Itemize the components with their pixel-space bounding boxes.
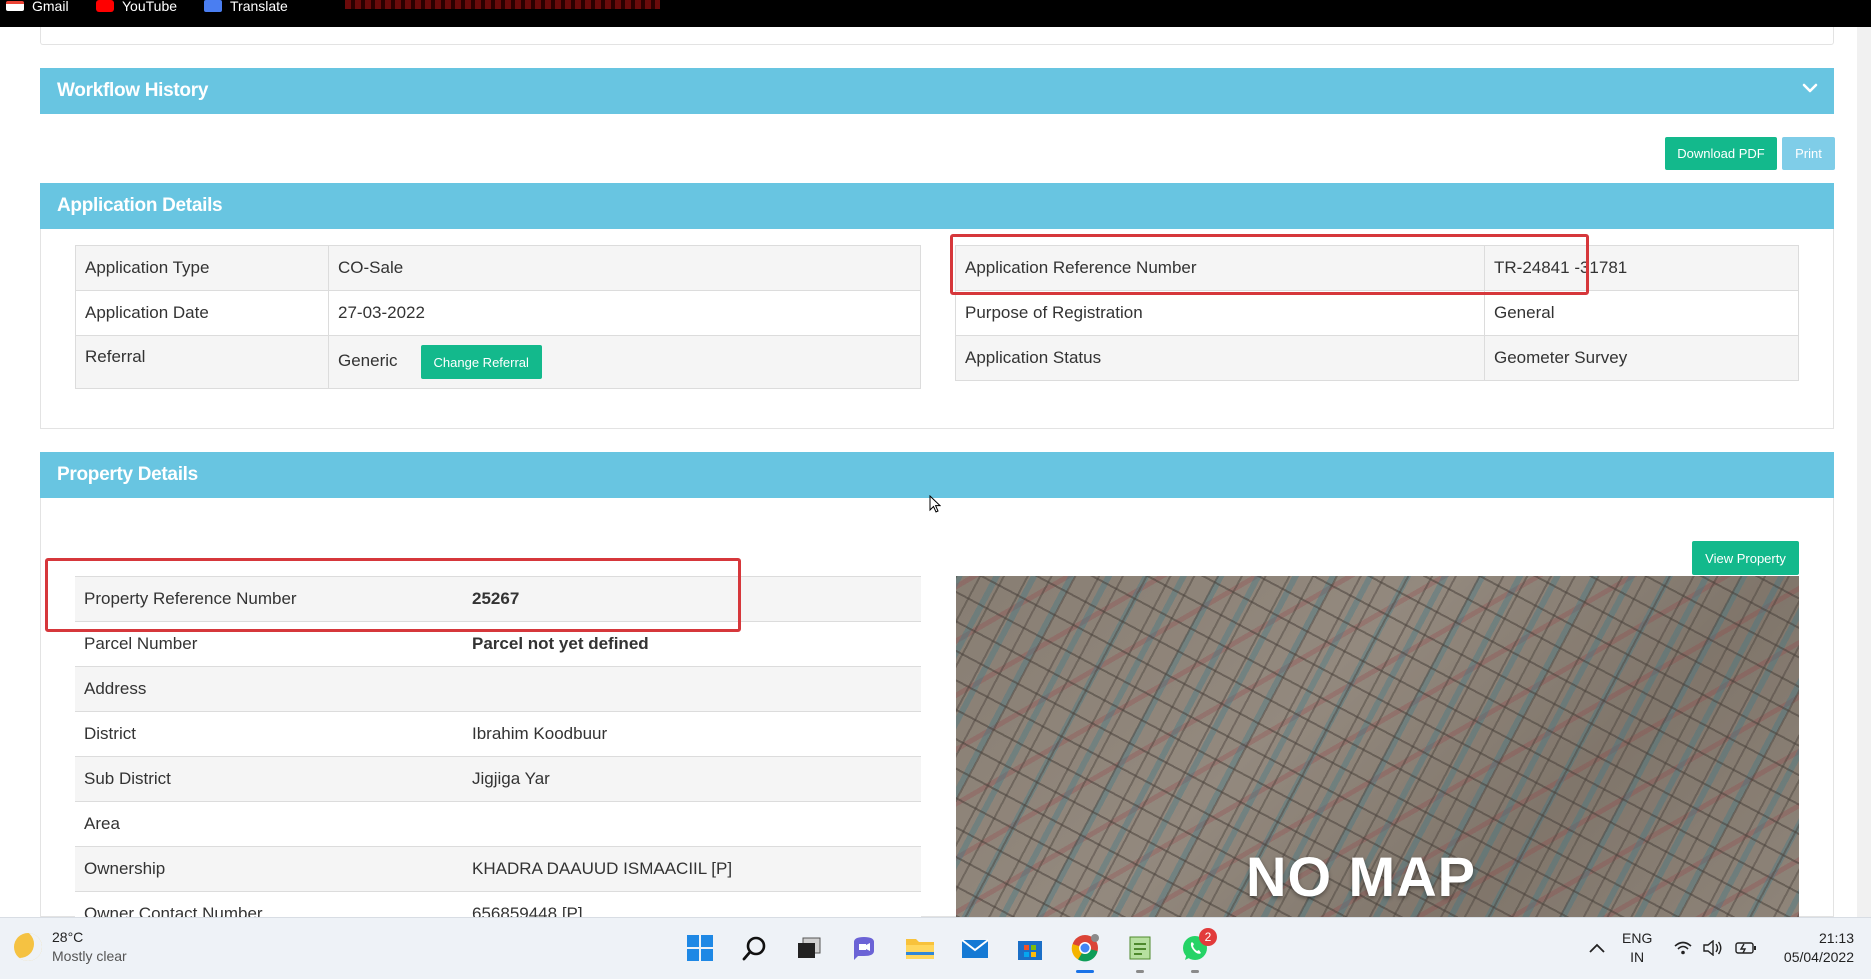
weather-condition: Mostly clear xyxy=(52,948,127,964)
row-label: Owner Contact Number xyxy=(75,891,463,917)
clock-time: 21:13 xyxy=(1818,930,1854,946)
bookmark-label: Translate xyxy=(230,0,288,14)
page-scrollbar[interactable] xyxy=(1857,27,1871,917)
windows-start-icon[interactable] xyxy=(685,933,715,963)
print-button[interactable]: Print xyxy=(1782,137,1835,170)
workflow-history-title: Workflow History xyxy=(57,80,209,101)
bookmark-gmail[interactable]: Gmail xyxy=(6,0,69,14)
referral-value: Generic xyxy=(338,351,398,371)
previous-card-bottom xyxy=(40,27,1834,45)
gmail-icon xyxy=(6,1,24,11)
open-app-indicator xyxy=(1136,970,1144,973)
row-value xyxy=(463,666,921,712)
row-value xyxy=(463,801,921,847)
wifi-icon[interactable] xyxy=(1673,933,1693,963)
table-row: Purpose of Registration General xyxy=(955,290,1799,336)
workflow-history-header[interactable]: Workflow History xyxy=(40,68,1834,114)
clock-date: 05/04/2022 xyxy=(1783,949,1854,965)
row-label: Sub District xyxy=(75,756,463,802)
bookmarks-bar: Gmail YouTube Translate xyxy=(0,0,1871,27)
row-value: KHADRA DAAUUD ISMAACIIL [P] xyxy=(463,846,921,892)
teams-chat-icon[interactable] xyxy=(849,933,879,963)
table-row: Sub District Jigjiga Yar xyxy=(75,756,921,802)
row-value: 656859448 [P] xyxy=(463,891,921,917)
row-value: Jigjiga Yar xyxy=(463,756,921,802)
row-label: District xyxy=(75,711,463,757)
microsoft-store-icon[interactable] xyxy=(1015,933,1045,963)
task-view-icon[interactable] xyxy=(794,933,824,963)
keyboard-region: IN xyxy=(1630,949,1645,965)
table-row: Ownership KHADRA DAAUUD ISMAACIIL [P] xyxy=(75,846,921,892)
chevron-up-icon[interactable] xyxy=(1582,933,1612,963)
row-label: Purpose of Registration xyxy=(955,290,1485,336)
row-value: Ibrahim Koodbuur xyxy=(463,711,921,757)
file-explorer-icon[interactable] xyxy=(905,933,935,963)
table-row: Application Status Geometer Survey xyxy=(955,335,1799,381)
mouse-cursor-icon xyxy=(929,495,941,513)
clock[interactable]: 21:13 05/04/2022 xyxy=(1776,929,1854,967)
bookmark-label: YouTube xyxy=(122,0,178,14)
chrome-icon[interactable] xyxy=(1070,933,1100,963)
battery-icon[interactable] xyxy=(1735,933,1757,963)
search-icon[interactable] xyxy=(740,933,770,963)
row-label: Area xyxy=(75,801,463,847)
row-value: 27-03-2022 xyxy=(328,290,921,336)
active-app-indicator xyxy=(1076,970,1094,973)
redacted-bookmarks xyxy=(345,0,660,9)
taskbar: 28°C Mostly clear 2 ENG IN 21:13 05/04/2… xyxy=(0,917,1871,979)
row-value-referral: Generic Change Referral xyxy=(328,335,921,389)
table-row: District Ibrahim Koodbuur xyxy=(75,711,921,757)
notepad-app-icon[interactable] xyxy=(1125,933,1155,963)
open-app-indicator xyxy=(1191,970,1199,973)
row-label: Address xyxy=(75,666,463,712)
chevron-down-icon[interactable] xyxy=(1802,80,1818,96)
highlight-annotation xyxy=(45,558,741,632)
property-details-header: Property Details xyxy=(40,452,1834,498)
row-label: Referral xyxy=(75,335,329,389)
moon-icon xyxy=(14,933,42,961)
application-details-header: Application Details xyxy=(40,183,1834,229)
language-indicator[interactable]: ENG IN xyxy=(1622,929,1652,967)
change-referral-button[interactable]: Change Referral xyxy=(420,345,542,379)
weather-text: 28°C Mostly clear xyxy=(52,928,127,966)
property-details-title: Property Details xyxy=(57,464,198,485)
page-content: Workflow History Download PDF Print Appl… xyxy=(0,27,1871,917)
row-value: CO-Sale xyxy=(328,245,921,291)
bookmark-label: Gmail xyxy=(32,0,69,14)
map-label: NO MAP xyxy=(1246,845,1476,908)
row-label: Application Type xyxy=(75,245,329,291)
table-row: Referral Generic Change Referral xyxy=(75,335,921,389)
application-left-table: Application Type CO-Sale Application Dat… xyxy=(75,245,921,389)
view-property-button[interactable]: View Property xyxy=(1692,541,1799,575)
mail-icon[interactable] xyxy=(960,933,990,963)
bookmark-youtube[interactable]: YouTube xyxy=(96,0,177,14)
highlight-annotation xyxy=(950,234,1589,295)
row-label: Application Date xyxy=(75,290,329,336)
row-label: Application Status xyxy=(955,335,1485,381)
table-row: Address xyxy=(75,666,921,712)
table-row: Area xyxy=(75,801,921,847)
language-code: ENG xyxy=(1622,930,1653,946)
table-row: Owner Contact Number 656859448 [P] xyxy=(75,891,921,917)
row-label: Ownership xyxy=(75,846,463,892)
table-row: Application Date 27-03-2022 xyxy=(75,290,921,336)
weather-widget[interactable]: 28°C Mostly clear xyxy=(14,928,127,966)
row-value: General xyxy=(1484,290,1799,336)
table-row: Application Type CO-Sale xyxy=(75,245,921,291)
translate-icon xyxy=(204,0,222,12)
download-pdf-button[interactable]: Download PDF xyxy=(1665,137,1777,170)
row-value: Geometer Survey xyxy=(1484,335,1799,381)
application-details-title: Application Details xyxy=(57,195,223,216)
youtube-icon xyxy=(96,0,114,12)
weather-temperature: 28°C xyxy=(52,929,84,945)
bookmark-translate[interactable]: Translate xyxy=(204,0,288,14)
notification-badge: 2 xyxy=(1199,928,1217,946)
satellite-map-image: NO MAP xyxy=(956,576,1799,917)
volume-icon[interactable] xyxy=(1703,933,1723,963)
